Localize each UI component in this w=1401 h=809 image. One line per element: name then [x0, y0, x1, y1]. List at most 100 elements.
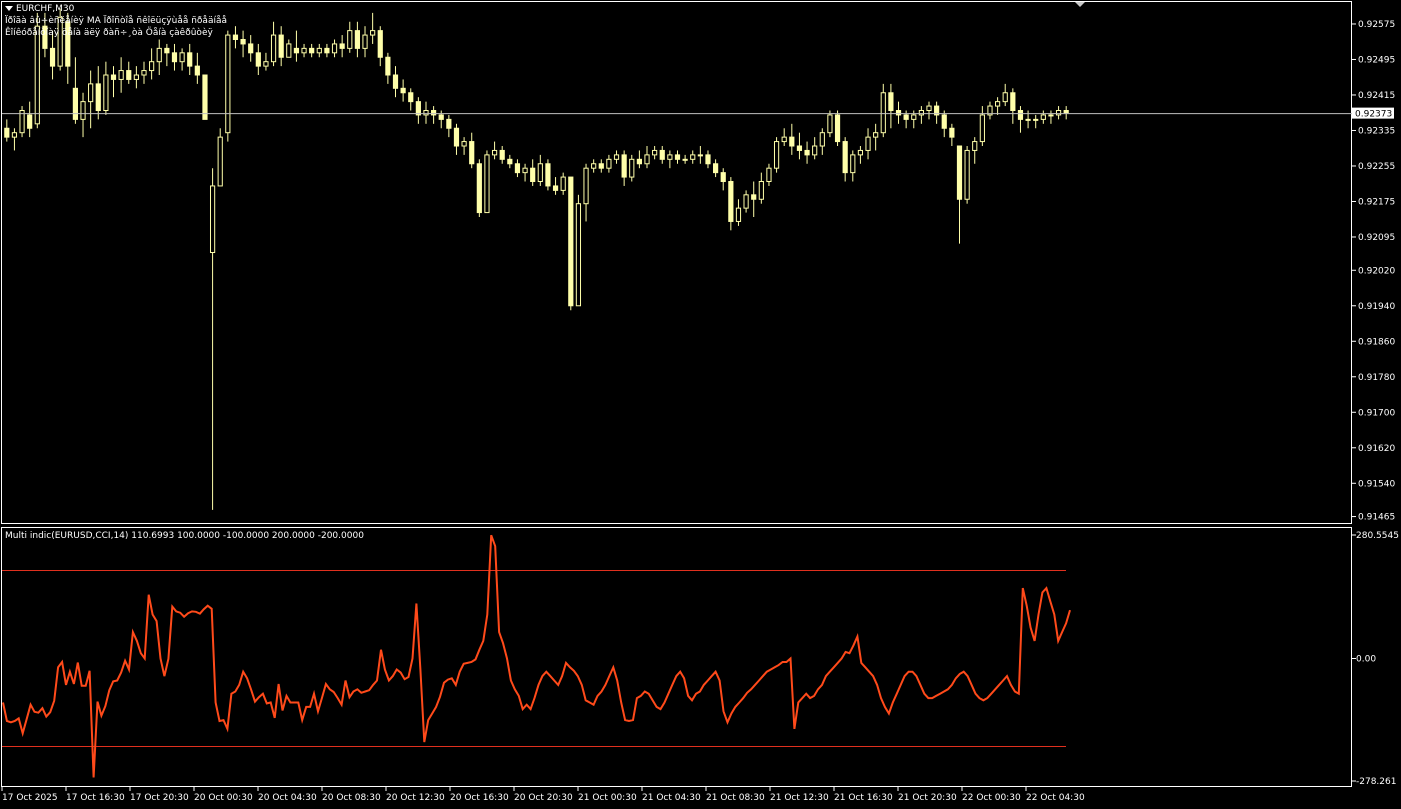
ma-settings-line: Ïðîãà âû÷èñëåíèÿ MA Ïðîñòîå ñêîëüçÿùåå ñ…: [5, 16, 227, 26]
candle-body-bear: [949, 127, 955, 138]
candle-body-bear: [674, 154, 681, 160]
candle-body-bull: [827, 114, 833, 134]
candle-body-bull: [331, 43, 338, 54]
candle-body-bear: [293, 47, 300, 54]
candle-body-bull: [560, 176, 566, 191]
candle-body-bull: [575, 203, 582, 307]
candle-body-bull: [926, 105, 932, 112]
candle-body-bear: [446, 118, 452, 129]
dropdown-triangle-icon[interactable]: [5, 5, 13, 11]
cci-tick-label: 0.00: [1356, 655, 1376, 665]
candle-body-bear: [499, 149, 505, 160]
candle: [217, 128, 223, 187]
candle-body-bull: [484, 154, 490, 214]
candle-body-bear: [636, 158, 642, 165]
candle-body-bear: [4, 127, 10, 138]
candle: [484, 150, 490, 214]
candle-body-bear: [377, 30, 383, 58]
candle-body-bull: [133, 74, 139, 80]
candle: [568, 176, 574, 311]
candle-body-bull: [522, 167, 528, 174]
candle-body-bear: [888, 92, 894, 112]
candle-body-bear: [49, 47, 56, 67]
candle-body-bull: [873, 132, 879, 138]
time-tick-label: 21 Oct 20:30: [898, 793, 957, 803]
candle-body-bear: [232, 34, 239, 41]
candle-body-bear: [1063, 110, 1069, 114]
candle-body-bear: [431, 110, 437, 116]
candle-body-bear: [339, 43, 345, 49]
price-tick-label: 0.91620: [1358, 444, 1395, 454]
candle: [476, 159, 482, 218]
candle-body-bull: [964, 149, 970, 200]
time-tick-label: 17 Oct 20:30: [130, 793, 189, 803]
candle-body-bull: [1055, 110, 1062, 116]
candle-body-bear: [713, 163, 719, 174]
price-settings-line: Êîíêóðåíòíàÿ öåíà äëÿ ðàñ÷¸òà Öåíà çàêðû…: [5, 28, 213, 38]
candle-body-bull: [209, 185, 216, 254]
price-tick-label: 0.92020: [1358, 266, 1395, 276]
candle-body-bear: [1017, 110, 1024, 120]
price-tick-label: 0.91780: [1358, 373, 1395, 383]
candle-body-bull: [347, 30, 353, 49]
time-tick-label: 17 Oct 16:30: [66, 793, 125, 803]
time-tick-label: 20 Oct 04:30: [258, 793, 317, 803]
time-tick-label: 21 Oct 16:30: [834, 793, 893, 803]
candle-body-bear: [202, 74, 208, 120]
candle-body-bear: [789, 136, 795, 147]
candle-body-bear: [903, 114, 909, 120]
svg-text:0.92373: 0.92373: [1355, 110, 1392, 120]
candle-body-bear: [385, 56, 391, 76]
candle-body-bear: [415, 101, 421, 116]
candle-body-bull: [270, 34, 277, 63]
candle-body-bull: [758, 181, 764, 200]
trading-chart[interactable]: 0.92575 0.92495 0.92415 0.92335 0.92255 0.921…: [0, 0, 1401, 809]
chart-background: [0, 0, 1401, 809]
candle-body-bull: [591, 163, 597, 169]
candle-body-bull: [613, 154, 620, 160]
candle: [202, 74, 208, 120]
candle: [19, 106, 25, 138]
price-tick-label: 0.92255: [1358, 162, 1395, 172]
candle-body-bull: [362, 34, 368, 49]
candle-body-bull: [316, 47, 322, 54]
candle-body-bull: [34, 25, 40, 125]
candle-body-bull: [1033, 118, 1039, 121]
candle-body-bull: [972, 141, 978, 151]
candle-body-bull: [537, 163, 543, 183]
candle-body-bull: [697, 154, 703, 157]
candle-body-bull: [217, 136, 223, 187]
candle-body-bear: [545, 163, 551, 187]
price-axis: 0.92575 0.92495 0.92415 0.92335 0.92255 0.921…: [1352, 20, 1395, 523]
candle-body-bull: [80, 101, 86, 120]
candle-body-bear: [507, 158, 513, 165]
candle: [575, 194, 582, 307]
candle-body-bull: [11, 132, 18, 138]
candle-body-bull: [918, 110, 924, 116]
candle-body-bull: [461, 141, 467, 147]
price-tick-label: 0.91465: [1358, 513, 1395, 523]
candle-body-bear: [514, 163, 521, 174]
indicator-label: Multi indic(EURUSD,CCI,14) 110.6993 100.…: [5, 531, 364, 541]
candle-body-bear: [1010, 92, 1016, 112]
candle: [225, 30, 231, 142]
candle-body-bull: [865, 136, 871, 151]
candle-body-bear: [453, 127, 460, 147]
candle-body-bull: [812, 145, 818, 156]
time-tick-label: 21 Oct 04:30: [642, 793, 701, 803]
candle-body-bull: [690, 154, 696, 160]
time-tick-label: 21 Oct 08:30: [706, 793, 765, 803]
candle-body-bull: [1025, 118, 1031, 121]
candle-body-bear: [568, 176, 574, 307]
time-tick-label: 21 Oct 00:30: [578, 793, 637, 803]
candle-body-bull: [423, 110, 429, 116]
candle-body-bear: [248, 43, 254, 54]
candle-body-bull: [225, 34, 231, 134]
cci-tick-label: 280.5545: [1356, 531, 1399, 541]
candle-body-bull: [491, 149, 498, 156]
candle-body-bull: [263, 61, 269, 67]
symbol-header[interactable]: EURCHF,M30: [3, 4, 74, 15]
candle-body-bull: [644, 154, 650, 165]
time-tick-label: 20 Oct 08:30: [322, 793, 381, 803]
candle-body-bear: [895, 110, 902, 116]
